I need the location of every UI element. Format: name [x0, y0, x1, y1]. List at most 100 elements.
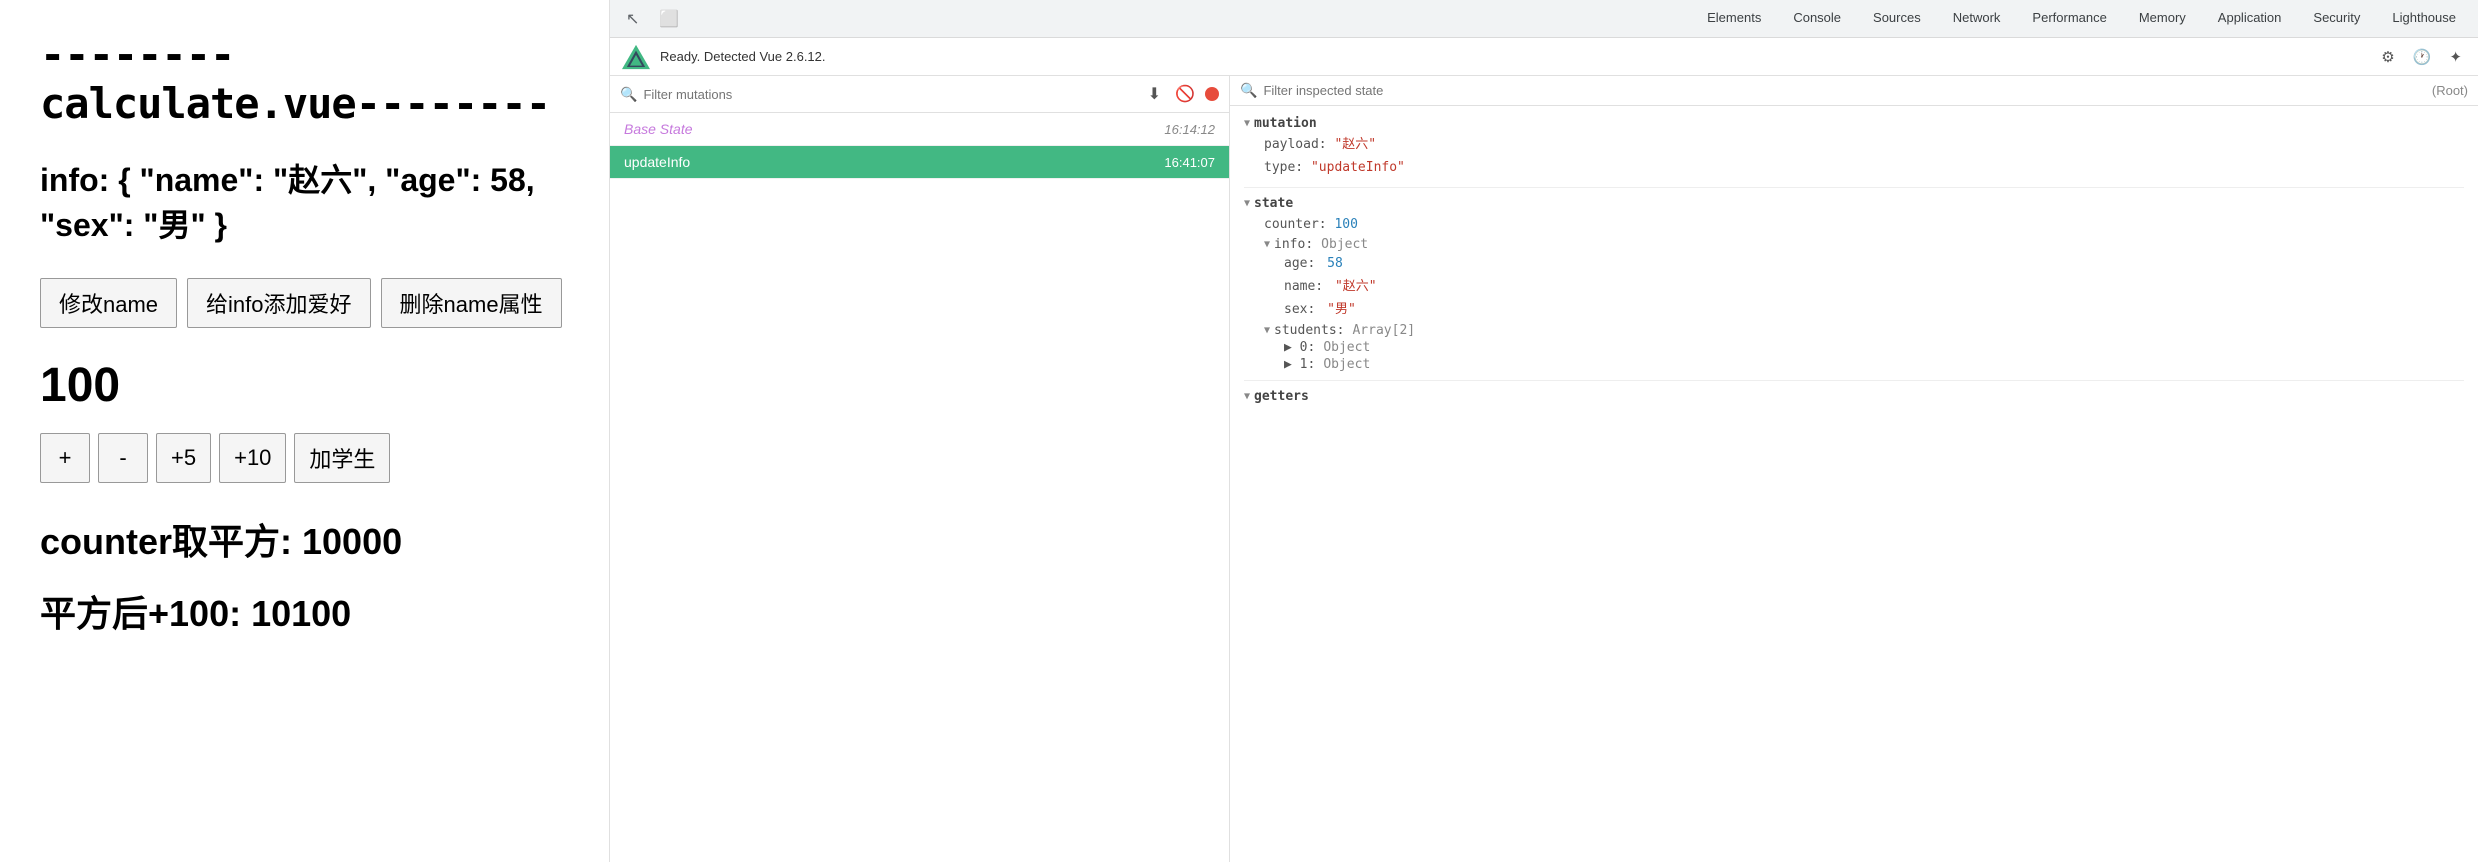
tab-memory[interactable]: Memory [2125, 4, 2200, 33]
tab-sources[interactable]: Sources [1859, 4, 1935, 33]
import-icon[interactable]: ⬇ [1144, 82, 1165, 106]
vue-logo [622, 43, 650, 71]
add-hobby-button[interactable]: 给info添加爱好 [187, 278, 370, 328]
counter-value: 100 [40, 358, 569, 413]
state-panel: 🔍 (Root) ▼ mutation payload: "赵六" [1230, 76, 2478, 862]
info-object-header[interactable]: ▼ info: Object [1244, 237, 2464, 252]
state-section: ▼ state counter: 100 ▼ info: Object [1244, 196, 2464, 372]
delete-name-button[interactable]: 删除name属性 [381, 278, 562, 328]
mutation-section-name: mutation [1254, 116, 1317, 131]
devtools-panel: ↖ ⬜ Elements Console Sources Network Per… [610, 0, 2478, 862]
counter-key: counter: [1264, 217, 1327, 232]
students-key: students: [1274, 323, 1344, 338]
plus-button[interactable]: + [40, 433, 90, 483]
student-0[interactable]: ▶ 0: Object [1264, 340, 2464, 355]
counter-buttons-row: + - +5 +10 加学生 [40, 433, 569, 483]
info-name: name: "赵六" [1264, 277, 2464, 298]
student-1[interactable]: ▶ 1: Object [1264, 357, 2464, 372]
settings-icon[interactable]: ✦ [2445, 46, 2466, 68]
age-key: age: [1284, 256, 1315, 271]
students-array-header[interactable]: ▼ students: Array[2] [1244, 323, 2464, 338]
info-type: Object [1321, 237, 1368, 252]
tab-application[interactable]: Application [2204, 4, 2296, 33]
mutations-list: Base State 16:14:12 updateInfo 16:41:07 [610, 113, 1229, 862]
getters-section: ▼ getters [1244, 389, 2464, 404]
state-search-bar: 🔍 (Root) [1230, 76, 2478, 106]
block-icon[interactable]: 🚫 [1171, 82, 1199, 106]
mutation-base-state-name: Base State [624, 121, 693, 137]
tab-network[interactable]: Network [1939, 4, 2015, 33]
mutations-panel: 🔍 ⬇ 🚫 Base State 16:14:12 updateInfo [610, 76, 1230, 862]
sex-value: "男" [1327, 302, 1356, 317]
student-0-key: ▶ 0: [1284, 340, 1315, 355]
filter-state-input[interactable] [1263, 83, 2421, 98]
state-section-header[interactable]: ▼ state [1244, 196, 2464, 211]
students-type: Array[2] [1352, 323, 1415, 338]
root-label: (Root) [2432, 83, 2468, 98]
info-key: info: [1274, 237, 1313, 252]
state-counter: counter: 100 [1244, 215, 2464, 236]
info-sex: sex: "男" [1264, 300, 2464, 321]
info-display: info: { "name": "赵六", "age": 58, "sex": … [40, 158, 569, 248]
info-buttons-row: 修改name 给info添加爱好 删除name属性 [40, 278, 569, 328]
sex-key: sex: [1284, 302, 1315, 317]
computed-plus100: 平方后+100: 10100 [40, 585, 569, 637]
divider1 [1244, 187, 2464, 188]
mutation-type-key: type: [1264, 160, 1303, 175]
state-arrow: ▼ [1244, 198, 1250, 209]
tab-security[interactable]: Security [2299, 4, 2374, 33]
modify-name-button[interactable]: 修改name [40, 278, 177, 328]
mutation-base-state-time: 16:14:12 [1164, 122, 1215, 137]
student-1-key: ▶ 1: [1284, 357, 1315, 372]
info-age: age: 58 [1264, 254, 2464, 275]
info-line2: "sex": "男" } [40, 207, 227, 243]
mutation-base-state[interactable]: Base State 16:14:12 [610, 113, 1229, 146]
tab-elements[interactable]: Elements [1693, 4, 1775, 33]
divider2 [1244, 380, 2464, 381]
computed-square: counter取平方: 10000 [40, 513, 569, 565]
plus10-button[interactable]: +10 [219, 433, 286, 483]
mutation-update-info[interactable]: updateInfo 16:41:07 [610, 146, 1229, 179]
name-key: name: [1284, 279, 1323, 294]
filter-mutations-input[interactable] [643, 87, 1137, 102]
left-panel: --------calculate.vue-------- info: { "n… [0, 0, 610, 862]
getters-arrow: ▼ [1244, 391, 1250, 402]
tab-lighthouse[interactable]: Lighthouse [2378, 4, 2470, 33]
mutations-search-bar: 🔍 ⬇ 🚫 [610, 76, 1229, 113]
tab-performance[interactable]: Performance [2018, 4, 2120, 33]
vue-header-icons: ⚙ 🕐 ✦ [2377, 46, 2466, 68]
age-value: 58 [1327, 256, 1343, 271]
device-icon[interactable]: ⬜ [651, 5, 687, 33]
add-student-button[interactable]: 加学生 [294, 433, 390, 483]
vue-status: Ready. Detected Vue 2.6.12. [660, 49, 2367, 64]
state-tree: ▼ mutation payload: "赵六" type: "updateIn… [1230, 106, 2478, 862]
student-1-value: Object [1323, 357, 1370, 372]
students-children: ▶ 0: Object ▶ 1: Object [1244, 340, 2464, 372]
mutation-section: ▼ mutation payload: "赵六" type: "updateIn… [1244, 116, 2464, 179]
mutation-arrow: ▼ [1244, 118, 1250, 129]
tab-console[interactable]: Console [1779, 4, 1855, 33]
mutation-update-info-name: updateInfo [624, 154, 690, 170]
vue-body: 🔍 ⬇ 🚫 Base State 16:14:12 updateInfo [610, 76, 2478, 862]
cursor-icon[interactable]: ↖ [618, 5, 647, 33]
mutation-payload: payload: "赵六" [1244, 135, 2464, 156]
mutation-section-header[interactable]: ▼ mutation [1244, 116, 2464, 131]
page-title: --------calculate.vue-------- [40, 30, 569, 128]
component-tree-icon[interactable]: ⚙ [2377, 46, 2398, 68]
timeline-icon[interactable]: 🕐 [2409, 46, 2436, 68]
students-arrow: ▼ [1264, 325, 1270, 336]
getters-section-header[interactable]: ▼ getters [1244, 389, 2464, 404]
mutation-type-value: "updateInfo" [1311, 160, 1405, 175]
vue-header: Ready. Detected Vue 2.6.12. ⚙ 🕐 ✦ [610, 38, 2478, 76]
info-line1: info: { "name": "赵六", "age": 58, [40, 162, 535, 198]
mutation-update-info-time: 16:41:07 [1164, 155, 1215, 170]
minus-button[interactable]: - [98, 433, 148, 483]
student-0-value: Object [1323, 340, 1370, 355]
mutation-payload-key: payload: [1264, 137, 1327, 152]
name-value: "赵六" [1335, 279, 1377, 294]
devtools-topnav: ↖ ⬜ Elements Console Sources Network Per… [610, 0, 2478, 38]
info-children: age: 58 name: "赵六" sex: "男" [1244, 254, 2464, 320]
record-button[interactable] [1205, 87, 1219, 101]
state-section-name: state [1254, 196, 1293, 211]
plus5-button[interactable]: +5 [156, 433, 211, 483]
